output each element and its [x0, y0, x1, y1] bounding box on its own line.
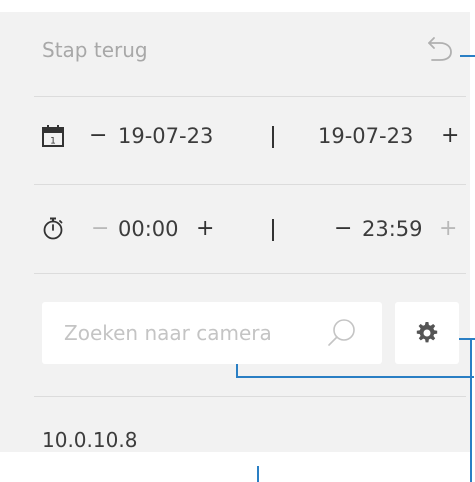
stopwatch-icon [43, 217, 63, 240]
gear-icon [416, 322, 438, 343]
date-range-separator [272, 126, 274, 148]
connector-line [459, 338, 475, 340]
back-step-label[interactable]: Stap terug [42, 38, 148, 62]
camera-search-input[interactable] [64, 302, 312, 364]
date-start-value[interactable]: 19-07-23 [118, 126, 213, 147]
undo-icon[interactable] [424, 32, 460, 64]
time-end-decrement-button[interactable]: − [334, 218, 352, 240]
connector-line [257, 466, 259, 482]
connector-line [460, 55, 475, 57]
divider [34, 184, 466, 185]
time-start-decrement-button[interactable]: − [91, 218, 109, 240]
date-end-value[interactable]: 19-07-23 [318, 126, 413, 147]
divider [34, 396, 466, 397]
camera-search-box [42, 302, 382, 364]
divider [34, 96, 466, 97]
connector-line [470, 338, 472, 482]
camera-list-item[interactable]: 10.0.10.8 [42, 428, 137, 452]
settings-button[interactable] [395, 302, 459, 364]
time-range-separator [272, 219, 274, 241]
search-icon[interactable] [327, 318, 357, 348]
time-end-increment-button[interactable]: + [439, 218, 457, 240]
date-end-increment-button[interactable]: + [441, 125, 459, 147]
date-start-decrement-button[interactable]: − [89, 125, 107, 147]
calendar-icon: 1 [42, 125, 64, 147]
svg-text:1: 1 [50, 137, 56, 147]
divider [34, 273, 466, 274]
time-end-value[interactable]: 23:59 [362, 219, 423, 240]
connector-line [236, 376, 474, 378]
time-start-value[interactable]: 00:00 [118, 219, 179, 240]
time-start-increment-button[interactable]: + [196, 218, 214, 240]
